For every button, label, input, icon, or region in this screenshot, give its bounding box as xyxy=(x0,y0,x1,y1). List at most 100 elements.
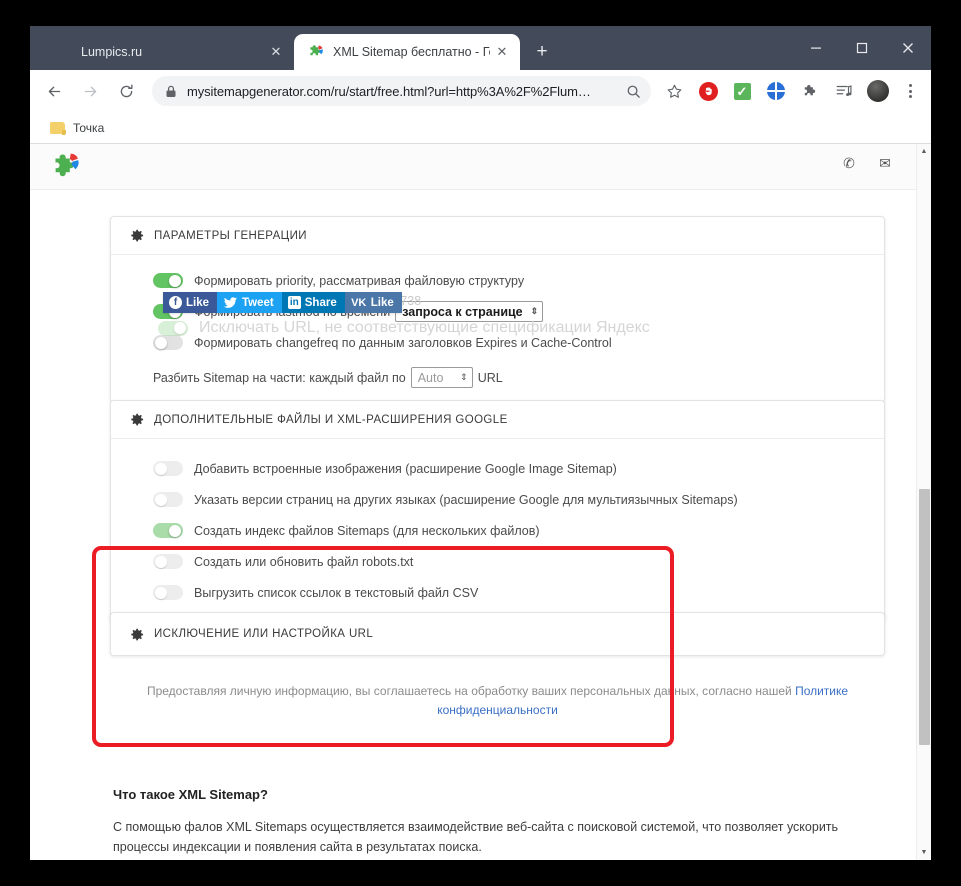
puzzle-extensions-icon[interactable] xyxy=(796,77,824,105)
gear-icon xyxy=(129,228,144,243)
csv-export-label: Выгрузить список ссылок в текстовый файл… xyxy=(194,585,479,600)
window-controls xyxy=(793,26,931,70)
browser-toolbar: mysitemapgenerator.com/ru/start/free.htm… xyxy=(30,70,931,112)
vk-like-button[interactable]: VK Like xyxy=(344,292,402,313)
hreflang-label: Указать версии страниц на других языках … xyxy=(194,492,738,507)
scroll-up-arrow-icon[interactable]: ▲ xyxy=(917,144,931,159)
bookmark-tochka[interactable]: Точка xyxy=(42,118,112,138)
page-viewport: стандарту RFC 1738 Исключать URL, не соо… xyxy=(30,144,931,860)
option-csv-export-row[interactable]: Выгрузить список ссылок в текстовый файл… xyxy=(111,577,884,608)
phone-icon[interactable]: ✆ xyxy=(840,154,858,172)
split-sitemap-row[interactable]: Разбить Sitemap на части: каждый файл по… xyxy=(111,367,884,388)
puzzle-icon xyxy=(308,44,324,60)
bookmarks-bar: Точка xyxy=(30,112,931,144)
priority-label: Формировать priority, рассматривая файло… xyxy=(194,273,525,288)
tab-title: XML Sitemap бесплатно - Генер xyxy=(333,45,490,59)
lock-icon xyxy=(165,85,177,98)
linkedin-share-label: Share xyxy=(304,296,337,309)
csv-export-toggle[interactable] xyxy=(153,585,183,600)
gear-icon xyxy=(129,627,144,642)
priority-toggle[interactable] xyxy=(153,273,183,288)
sitemap-index-toggle[interactable] xyxy=(153,523,183,538)
sitemap-index-label: Создать индекс файлов Sitemaps (для неск… xyxy=(194,523,540,538)
robots-txt-toggle[interactable] xyxy=(153,554,183,569)
address-bar[interactable]: mysitemapgenerator.com/ru/start/free.htm… xyxy=(152,76,651,106)
facebook-icon: f xyxy=(169,296,182,309)
panel-title: ИСКЛЮЧЕНИЕ ИЛИ НАСТРОЙКА URL xyxy=(154,628,374,640)
gear-icon xyxy=(129,412,144,427)
globe-extension-icon[interactable] xyxy=(762,77,790,105)
image-sitemap-label: Добавить встроенные изображения (расшире… xyxy=(194,461,617,476)
vk-icon: VK xyxy=(351,296,367,309)
tab-lumpics[interactable]: Lumpics.ru ✕ xyxy=(42,34,294,70)
adblock-icon[interactable] xyxy=(694,77,722,105)
tab-title: Lumpics.ru xyxy=(81,45,143,59)
back-button[interactable] xyxy=(39,76,69,106)
tab-xml-sitemap[interactable]: XML Sitemap бесплатно - Генер ✕ xyxy=(294,34,520,70)
split-prefix-label: Разбить Sitemap на части: каждый файл по xyxy=(153,370,406,385)
tab-close-icon[interactable]: ✕ xyxy=(492,42,512,62)
avatar[interactable] xyxy=(864,77,892,105)
browser-window: Lumpics.ru ✕ XML Sitemap бесплатно - Ген… xyxy=(30,26,931,860)
yandex-exclude-row-faded[interactable]: Исключать URL, не соответствующие специф… xyxy=(158,319,650,337)
envelope-icon[interactable]: ✉ xyxy=(876,154,894,172)
page-scrollbar[interactable]: ▲ ▼ xyxy=(916,144,931,860)
reading-list-icon[interactable] xyxy=(830,77,858,105)
yandex-exclude-toggle[interactable] xyxy=(158,320,188,336)
site-logo-puzzle-icon[interactable] xyxy=(52,152,80,180)
changefreq-label: Формировать changefreq по данным заголов… xyxy=(194,335,612,350)
social-share-bar: f Like Tweet in Share VK Like xyxy=(163,292,402,313)
minimize-button[interactable] xyxy=(793,26,839,70)
split-size-value: Auto xyxy=(417,370,444,385)
twitter-tweet-button[interactable]: Tweet xyxy=(217,292,282,313)
option-robots-txt-row[interactable]: Создать или обновить файл robots.txt xyxy=(111,546,884,577)
maximize-button[interactable] xyxy=(839,26,885,70)
panel-title: ДОПОЛНИТЕЛЬНЫЕ ФАЙЛЫ И XML-РАСШИРЕНИЯ GO… xyxy=(154,413,508,426)
option-hreflang-row[interactable]: Указать версии страниц на других языках … xyxy=(111,484,884,515)
page-content: стандарту RFC 1738 Исключать URL, не соо… xyxy=(30,144,916,860)
panel-header[interactable]: ИСКЛЮЧЕНИЕ ИЛИ НАСТРОЙКА URL xyxy=(111,613,884,655)
image-sitemap-toggle[interactable] xyxy=(153,461,183,476)
option-image-sitemap-row[interactable]: Добавить встроенные изображения (расшире… xyxy=(111,453,884,484)
split-size-select[interactable]: Auto ⇕ xyxy=(410,367,473,388)
forward-button[interactable] xyxy=(75,76,105,106)
orange-circle-icon xyxy=(56,44,72,60)
tab-strip: Lumpics.ru ✕ XML Sitemap бесплатно - Ген… xyxy=(30,26,931,70)
robots-txt-label: Создать или обновить файл robots.txt xyxy=(194,554,414,569)
panel-header[interactable]: ПАРАМЕТРЫ ГЕНЕРАЦИИ xyxy=(111,217,884,255)
panel-google-extensions: ДОПОЛНИТЕЛЬНЫЕ ФАЙЛЫ И XML-РАСШИРЕНИЯ GO… xyxy=(110,400,885,623)
site-sticky-header: ✆ ✉ xyxy=(30,144,916,190)
split-suffix-label: URL xyxy=(477,370,503,385)
option-sitemap-index-row[interactable]: Создать индекс файлов Sitemaps (для неск… xyxy=(111,515,884,546)
new-tab-button[interactable]: + xyxy=(528,38,556,66)
chevron-updown-icon: ⇕ xyxy=(460,372,468,382)
scrollbar-thumb[interactable] xyxy=(919,489,930,745)
panel-header[interactable]: ДОПОЛНИТЕЛЬНЫЕ ФАЙЛЫ И XML-РАСШИРЕНИЯ GO… xyxy=(111,401,884,439)
url-text: mysitemapgenerator.com/ru/start/free.htm… xyxy=(187,83,591,99)
search-icon[interactable] xyxy=(619,77,647,105)
changefreq-toggle[interactable] xyxy=(153,335,183,350)
browser-menu-button[interactable] xyxy=(897,78,923,104)
folder-icon xyxy=(50,121,66,135)
scroll-down-arrow-icon[interactable]: ▼ xyxy=(917,845,931,860)
contact-icons: ✆ ✉ xyxy=(840,154,894,172)
panel-title: ПАРАМЕТРЫ ГЕНЕРАЦИИ xyxy=(154,229,307,242)
linkedin-share-button[interactable]: in Share xyxy=(281,292,345,313)
panel-url-exclusion: ИСКЛЮЧЕНИЕ ИЛИ НАСТРОЙКА URL xyxy=(110,612,885,656)
tab-close-icon[interactable]: ✕ xyxy=(266,42,286,62)
article-heading: Что такое XML Sitemap? xyxy=(113,787,268,802)
article-paragraph: С помощью фалов XML Sitemaps осуществляе… xyxy=(113,820,839,854)
reload-button[interactable] xyxy=(111,76,141,106)
chevron-updown-icon: ⇕ xyxy=(530,306,539,316)
panel-body: Добавить встроенные изображения (расшире… xyxy=(111,439,884,622)
privacy-text: Предоставляя личную информацию, вы согла… xyxy=(146,684,796,698)
bookmark-label: Точка xyxy=(73,120,105,135)
facebook-like-button[interactable]: f Like xyxy=(163,292,218,313)
hreflang-toggle[interactable] xyxy=(153,492,183,507)
twitter-tweet-label: Tweet xyxy=(242,296,274,309)
close-button[interactable] xyxy=(885,26,931,70)
checkmark-extension-icon[interactable]: ✓ xyxy=(728,77,756,105)
star-icon[interactable] xyxy=(660,77,688,105)
privacy-note: Предоставляя личную информацию, вы согла… xyxy=(110,682,885,720)
twitter-icon xyxy=(223,296,238,309)
